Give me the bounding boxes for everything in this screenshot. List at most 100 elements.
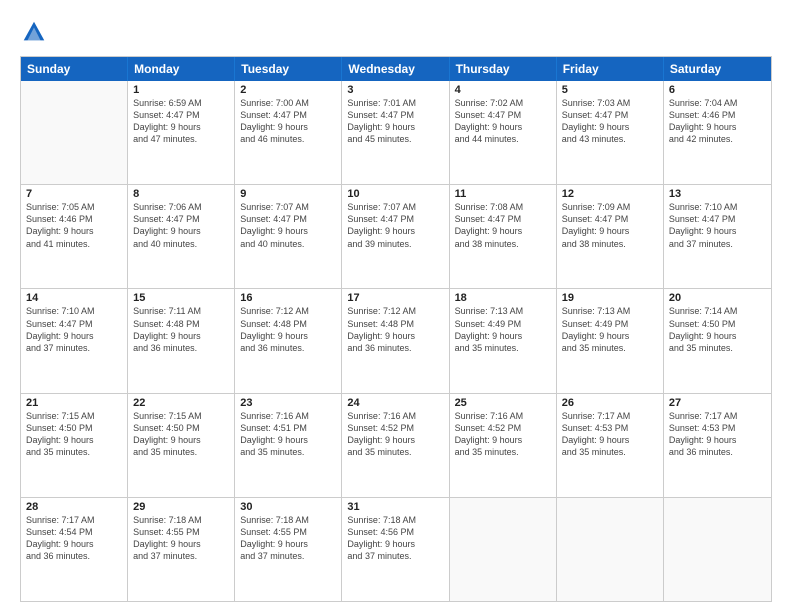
- day-number: 11: [455, 188, 551, 200]
- cell-info: Sunrise: 7:12 AM Sunset: 4:48 PM Dayligh…: [240, 305, 336, 354]
- day-number: 1: [133, 84, 229, 96]
- calendar-week-5: 28Sunrise: 7:17 AM Sunset: 4:54 PM Dayli…: [21, 498, 771, 601]
- cell-info: Sunrise: 7:06 AM Sunset: 4:47 PM Dayligh…: [133, 201, 229, 250]
- day-number: 14: [26, 292, 122, 304]
- table-row: 24Sunrise: 7:16 AM Sunset: 4:52 PM Dayli…: [342, 394, 449, 497]
- day-number: 7: [26, 188, 122, 200]
- day-number: 31: [347, 501, 443, 513]
- calendar-body: 1Sunrise: 6:59 AM Sunset: 4:47 PM Daylig…: [21, 81, 771, 601]
- day-number: 10: [347, 188, 443, 200]
- table-row: 16Sunrise: 7:12 AM Sunset: 4:48 PM Dayli…: [235, 289, 342, 392]
- cell-info: Sunrise: 7:08 AM Sunset: 4:47 PM Dayligh…: [455, 201, 551, 250]
- table-row: 10Sunrise: 7:07 AM Sunset: 4:47 PM Dayli…: [342, 185, 449, 288]
- header-day-friday: Friday: [557, 57, 664, 81]
- day-number: 29: [133, 501, 229, 513]
- calendar-week-1: 1Sunrise: 6:59 AM Sunset: 4:47 PM Daylig…: [21, 81, 771, 185]
- cell-info: Sunrise: 7:00 AM Sunset: 4:47 PM Dayligh…: [240, 97, 336, 146]
- header-day-thursday: Thursday: [450, 57, 557, 81]
- table-row: 2Sunrise: 7:00 AM Sunset: 4:47 PM Daylig…: [235, 81, 342, 184]
- day-number: 25: [455, 397, 551, 409]
- table-row: 19Sunrise: 7:13 AM Sunset: 4:49 PM Dayli…: [557, 289, 664, 392]
- table-row: 23Sunrise: 7:16 AM Sunset: 4:51 PM Dayli…: [235, 394, 342, 497]
- day-number: 2: [240, 84, 336, 96]
- header-day-wednesday: Wednesday: [342, 57, 449, 81]
- table-row: 20Sunrise: 7:14 AM Sunset: 4:50 PM Dayli…: [664, 289, 771, 392]
- day-number: 18: [455, 292, 551, 304]
- header-day-saturday: Saturday: [664, 57, 771, 81]
- cell-info: Sunrise: 7:17 AM Sunset: 4:54 PM Dayligh…: [26, 514, 122, 563]
- table-row: [664, 498, 771, 601]
- day-number: 6: [669, 84, 766, 96]
- cell-info: Sunrise: 7:01 AM Sunset: 4:47 PM Dayligh…: [347, 97, 443, 146]
- table-row: 1Sunrise: 6:59 AM Sunset: 4:47 PM Daylig…: [128, 81, 235, 184]
- cell-info: Sunrise: 7:16 AM Sunset: 4:52 PM Dayligh…: [347, 410, 443, 459]
- table-row: 25Sunrise: 7:16 AM Sunset: 4:52 PM Dayli…: [450, 394, 557, 497]
- table-row: 13Sunrise: 7:10 AM Sunset: 4:47 PM Dayli…: [664, 185, 771, 288]
- cell-info: Sunrise: 7:09 AM Sunset: 4:47 PM Dayligh…: [562, 201, 658, 250]
- day-number: 12: [562, 188, 658, 200]
- day-number: 9: [240, 188, 336, 200]
- calendar-week-4: 21Sunrise: 7:15 AM Sunset: 4:50 PM Dayli…: [21, 394, 771, 498]
- header-day-sunday: Sunday: [21, 57, 128, 81]
- table-row: 26Sunrise: 7:17 AM Sunset: 4:53 PM Dayli…: [557, 394, 664, 497]
- calendar-week-3: 14Sunrise: 7:10 AM Sunset: 4:47 PM Dayli…: [21, 289, 771, 393]
- cell-info: Sunrise: 7:18 AM Sunset: 4:56 PM Dayligh…: [347, 514, 443, 563]
- cell-info: Sunrise: 7:07 AM Sunset: 4:47 PM Dayligh…: [240, 201, 336, 250]
- day-number: 24: [347, 397, 443, 409]
- cell-info: Sunrise: 7:05 AM Sunset: 4:46 PM Dayligh…: [26, 201, 122, 250]
- header: [20, 18, 772, 46]
- table-row: 31Sunrise: 7:18 AM Sunset: 4:56 PM Dayli…: [342, 498, 449, 601]
- table-row: [557, 498, 664, 601]
- table-row: 28Sunrise: 7:17 AM Sunset: 4:54 PM Dayli…: [21, 498, 128, 601]
- table-row: 5Sunrise: 7:03 AM Sunset: 4:47 PM Daylig…: [557, 81, 664, 184]
- day-number: 27: [669, 397, 766, 409]
- cell-info: Sunrise: 7:17 AM Sunset: 4:53 PM Dayligh…: [562, 410, 658, 459]
- day-number: 26: [562, 397, 658, 409]
- table-row: 3Sunrise: 7:01 AM Sunset: 4:47 PM Daylig…: [342, 81, 449, 184]
- cell-info: Sunrise: 7:04 AM Sunset: 4:46 PM Dayligh…: [669, 97, 766, 146]
- day-number: 17: [347, 292, 443, 304]
- header-day-tuesday: Tuesday: [235, 57, 342, 81]
- table-row: 30Sunrise: 7:18 AM Sunset: 4:55 PM Dayli…: [235, 498, 342, 601]
- table-row: 11Sunrise: 7:08 AM Sunset: 4:47 PM Dayli…: [450, 185, 557, 288]
- day-number: 22: [133, 397, 229, 409]
- table-row: 8Sunrise: 7:06 AM Sunset: 4:47 PM Daylig…: [128, 185, 235, 288]
- cell-info: Sunrise: 7:18 AM Sunset: 4:55 PM Dayligh…: [133, 514, 229, 563]
- table-row: [450, 498, 557, 601]
- table-row: 29Sunrise: 7:18 AM Sunset: 4:55 PM Dayli…: [128, 498, 235, 601]
- table-row: 21Sunrise: 7:15 AM Sunset: 4:50 PM Dayli…: [21, 394, 128, 497]
- page: SundayMondayTuesdayWednesdayThursdayFrid…: [0, 0, 792, 612]
- day-number: 21: [26, 397, 122, 409]
- cell-info: Sunrise: 7:16 AM Sunset: 4:51 PM Dayligh…: [240, 410, 336, 459]
- cell-info: Sunrise: 7:10 AM Sunset: 4:47 PM Dayligh…: [669, 201, 766, 250]
- day-number: 5: [562, 84, 658, 96]
- cell-info: Sunrise: 7:02 AM Sunset: 4:47 PM Dayligh…: [455, 97, 551, 146]
- table-row: 17Sunrise: 7:12 AM Sunset: 4:48 PM Dayli…: [342, 289, 449, 392]
- cell-info: Sunrise: 7:03 AM Sunset: 4:47 PM Dayligh…: [562, 97, 658, 146]
- day-number: 3: [347, 84, 443, 96]
- cell-info: Sunrise: 7:13 AM Sunset: 4:49 PM Dayligh…: [455, 305, 551, 354]
- day-number: 4: [455, 84, 551, 96]
- cell-info: Sunrise: 7:11 AM Sunset: 4:48 PM Dayligh…: [133, 305, 229, 354]
- table-row: 7Sunrise: 7:05 AM Sunset: 4:46 PM Daylig…: [21, 185, 128, 288]
- cell-info: Sunrise: 7:14 AM Sunset: 4:50 PM Dayligh…: [669, 305, 766, 354]
- calendar-header: SundayMondayTuesdayWednesdayThursdayFrid…: [21, 57, 771, 81]
- day-number: 15: [133, 292, 229, 304]
- header-day-monday: Monday: [128, 57, 235, 81]
- day-number: 28: [26, 501, 122, 513]
- table-row: 22Sunrise: 7:15 AM Sunset: 4:50 PM Dayli…: [128, 394, 235, 497]
- table-row: [21, 81, 128, 184]
- cell-info: Sunrise: 7:15 AM Sunset: 4:50 PM Dayligh…: [26, 410, 122, 459]
- logo: [20, 18, 52, 46]
- cell-info: Sunrise: 7:13 AM Sunset: 4:49 PM Dayligh…: [562, 305, 658, 354]
- table-row: 6Sunrise: 7:04 AM Sunset: 4:46 PM Daylig…: [664, 81, 771, 184]
- day-number: 13: [669, 188, 766, 200]
- table-row: 15Sunrise: 7:11 AM Sunset: 4:48 PM Dayli…: [128, 289, 235, 392]
- cell-info: Sunrise: 7:17 AM Sunset: 4:53 PM Dayligh…: [669, 410, 766, 459]
- day-number: 23: [240, 397, 336, 409]
- cell-info: Sunrise: 7:18 AM Sunset: 4:55 PM Dayligh…: [240, 514, 336, 563]
- day-number: 8: [133, 188, 229, 200]
- table-row: 14Sunrise: 7:10 AM Sunset: 4:47 PM Dayli…: [21, 289, 128, 392]
- calendar: SundayMondayTuesdayWednesdayThursdayFrid…: [20, 56, 772, 602]
- table-row: 12Sunrise: 7:09 AM Sunset: 4:47 PM Dayli…: [557, 185, 664, 288]
